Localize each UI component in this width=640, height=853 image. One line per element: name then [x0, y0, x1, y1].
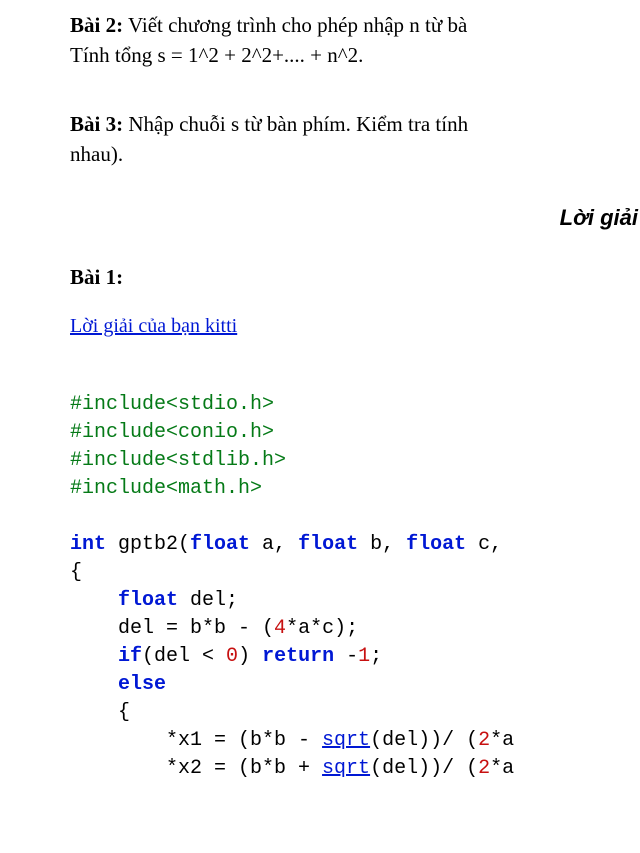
if-cond-right: )	[238, 645, 262, 668]
param-c: c,	[466, 533, 502, 556]
sqrt-1: sqrt	[322, 729, 370, 752]
x2-right: *a	[490, 757, 514, 780]
exercise-3: Bài 3: Nhập chuỗi s từ bàn phím. Kiểm tr…	[70, 109, 640, 170]
code-block: #include<stdio.h> #include<conio.h> #inc…	[70, 363, 640, 783]
exercise-3-line-1: Bài 3: Nhập chuỗi s từ bàn phím. Kiểm tr…	[70, 109, 640, 139]
exercise-3-line-2: nhau).	[70, 139, 640, 169]
include-stdio: #include<stdio.h>	[70, 393, 274, 416]
exercise-2-line-2: Tính tổng s = 1^2 + 2^2+.... + n^2.	[70, 40, 640, 70]
num-two-1: 2	[478, 729, 490, 752]
param-b: b,	[358, 533, 406, 556]
include-math: #include<math.h>	[70, 477, 262, 500]
x2-mid: (del))/ (	[370, 757, 478, 780]
return-dash: -	[334, 645, 358, 668]
param-a: a,	[250, 533, 298, 556]
num-zero: 0	[226, 645, 238, 668]
num-two-2: 2	[478, 757, 490, 780]
x1-left: *x1 = (b*b -	[70, 729, 322, 752]
kw-int: int	[70, 533, 106, 556]
x2-left: *x2 = (b*b +	[70, 757, 322, 780]
solution-1-title: Bài 1:	[70, 262, 640, 292]
if-cond-left: (del <	[142, 645, 226, 668]
kw-float-b: float	[298, 533, 358, 556]
solution-author-link[interactable]: Lời giải của bạn kitti	[70, 312, 237, 341]
kw-float-a: float	[190, 533, 250, 556]
indent-else	[70, 673, 118, 696]
fn-name: gptb2(	[106, 533, 190, 556]
exercise-3-text-1: Nhập chuỗi s từ bàn phím. Kiểm tra tính	[123, 112, 468, 136]
inner-brace: {	[70, 701, 130, 724]
sqrt-2: sqrt	[322, 757, 370, 780]
x1-mid: (del))/ (	[370, 729, 478, 752]
exercise-3-title: Bài 3:	[70, 112, 123, 136]
num-one: 1	[358, 645, 370, 668]
del-decl: del;	[178, 589, 238, 612]
kw-float-del: float	[118, 589, 178, 612]
indent-del	[70, 589, 118, 612]
del-assign-right: *a*c);	[286, 617, 358, 640]
include-conio: #include<conio.h>	[70, 421, 274, 444]
kw-return: return	[262, 645, 334, 668]
answer-heading: Lời giải	[70, 202, 640, 234]
exercise-2-title: Bài 2:	[70, 13, 123, 37]
semicolon-1: ;	[370, 645, 382, 668]
indent-if	[70, 645, 118, 668]
exercise-2-line-1: Bài 2: Viết chương trình cho phép nhập n…	[70, 10, 640, 40]
kw-else: else	[118, 673, 166, 696]
x1-right: *a	[490, 729, 514, 752]
num-four: 4	[274, 617, 286, 640]
brace-open: {	[70, 561, 82, 584]
del-assign-left: del = b*b - (	[70, 617, 274, 640]
include-stdlib: #include<stdlib.h>	[70, 449, 286, 472]
kw-if: if	[118, 645, 142, 668]
kw-float-c: float	[406, 533, 466, 556]
exercise-2-text-1: Viết chương trình cho phép nhập n từ bà	[123, 13, 467, 37]
exercise-2: Bài 2: Viết chương trình cho phép nhập n…	[70, 10, 640, 71]
